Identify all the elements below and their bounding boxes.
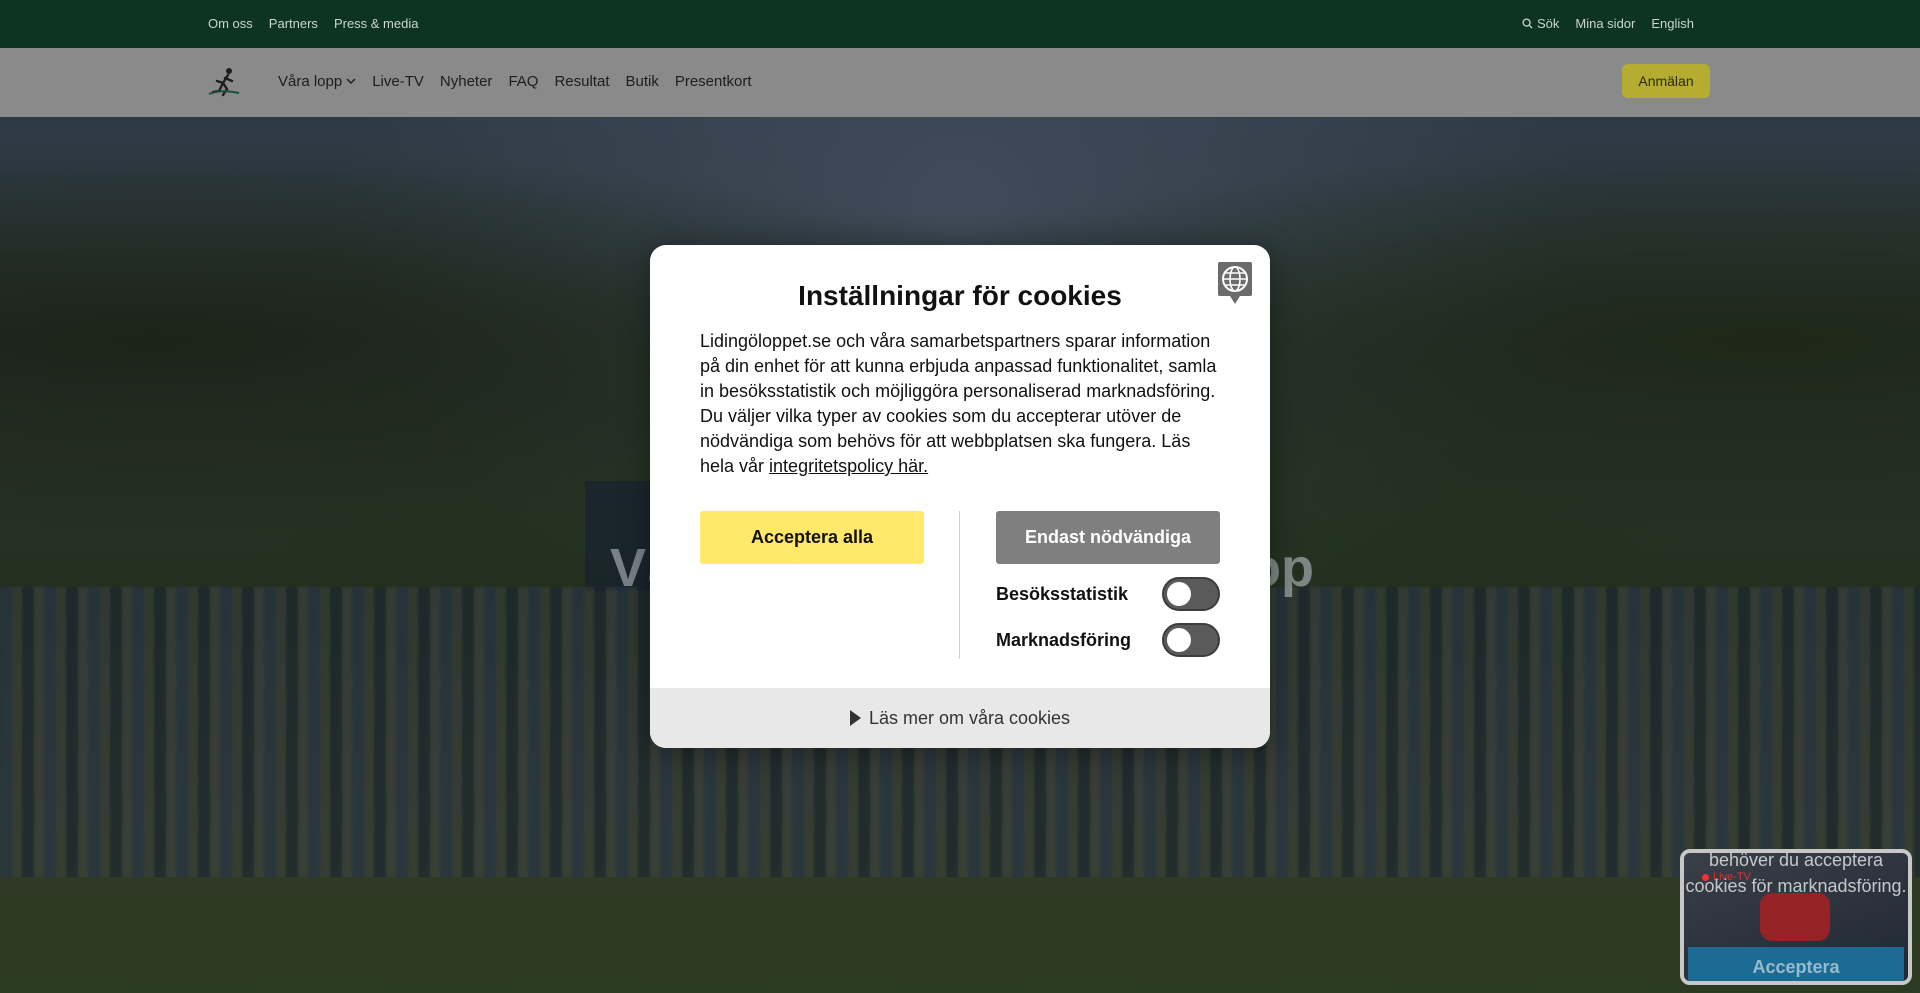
triangle-right-icon [849, 710, 861, 726]
toggle-knob [1167, 582, 1191, 606]
modal-title: Inställningar för cookies [798, 280, 1122, 311]
toggle-label-marketing: Marknadsföring [996, 629, 1132, 650]
statistics-toggle[interactable] [1162, 577, 1220, 611]
globe-icon[interactable] [1216, 260, 1254, 306]
play-icon [1760, 893, 1830, 941]
live-widget-message: behöver du acceptera cookies för marknad… [1685, 850, 1907, 896]
read-more-cookies-toggle[interactable]: Läs mer om våra cookies [650, 688, 1270, 748]
privacy-policy-link[interactable]: integritetspolicy här. [769, 456, 928, 476]
accept-all-button[interactable]: Acceptera alla [700, 511, 924, 564]
marketing-toggle[interactable] [1162, 623, 1220, 657]
toggle-knob [1167, 628, 1191, 652]
live-tv-widget: Live-TV behöver du acceptera cookies för… [1680, 849, 1912, 985]
toggle-row-marketing: Marknadsföring [996, 622, 1220, 658]
modal-divider [959, 511, 960, 659]
modal-description: Lidingöloppet.se och våra samarbetspartn… [700, 329, 1220, 479]
toggle-row-statistics: Besöksstatistik [996, 576, 1220, 612]
read-more-label: Läs mer om våra cookies [868, 707, 1071, 728]
live-widget-accept-button[interactable]: Acceptera [1688, 947, 1904, 981]
live-tv-preview: Live-TV behöver du acceptera cookies för… [1684, 853, 1908, 981]
toggle-label-statistics: Besöksstatistik [996, 583, 1129, 604]
modal-body-text: Lidingöloppet.se och våra samarbetspartn… [700, 331, 1217, 476]
cookie-settings-modal: Inställningar för cookies Lidingöloppet.… [650, 245, 1270, 748]
only-necessary-button[interactable]: Endast nödvändiga [996, 511, 1220, 564]
